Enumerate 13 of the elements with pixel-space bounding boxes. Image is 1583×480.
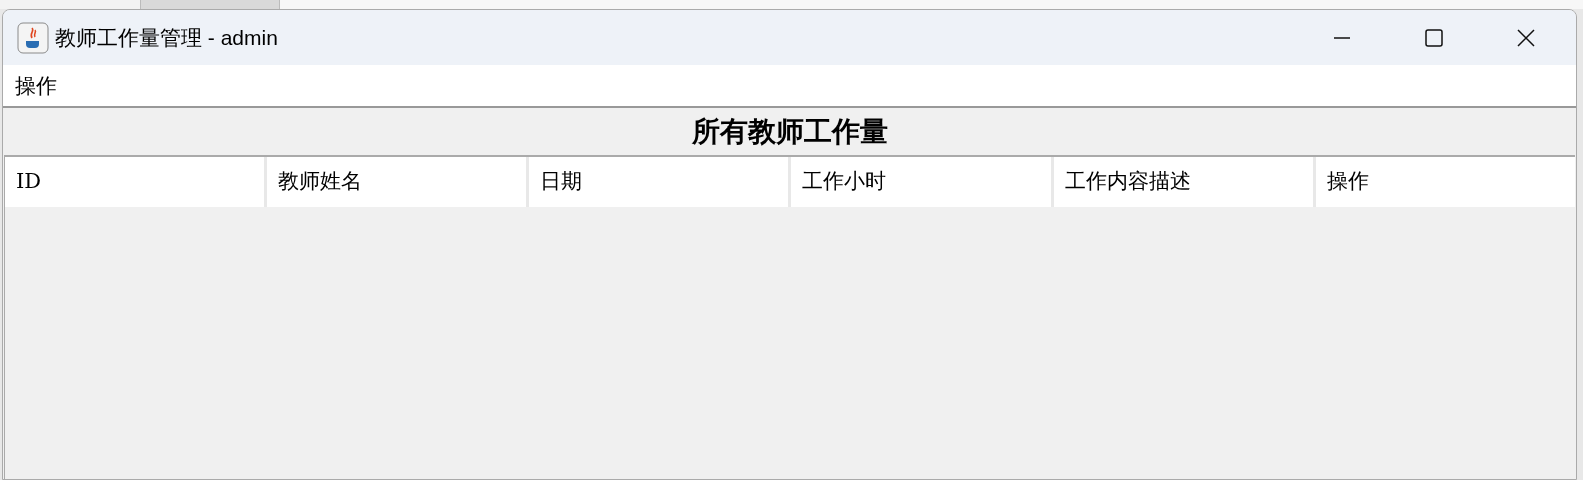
- column-header[interactable]: 工作内容描述: [1053, 157, 1313, 207]
- column-header[interactable]: 教师姓名: [267, 157, 527, 207]
- table-heading: 所有教师工作量: [691, 114, 888, 149]
- window-title: 教师工作量管理 - admin: [55, 24, 278, 51]
- column-header[interactable]: ID: [5, 157, 265, 207]
- coffee-cup-icon: [17, 21, 49, 54]
- minimize-icon: [1333, 36, 1351, 39]
- maximize-icon: [1425, 28, 1443, 47]
- menu-item[interactable]: 操作: [3, 69, 69, 102]
- column-header[interactable]: 日期: [529, 157, 789, 207]
- column-header[interactable]: 工作小时: [791, 157, 1051, 207]
- column-header[interactable]: 操作: [1315, 157, 1575, 207]
- close-icon: [1517, 28, 1535, 47]
